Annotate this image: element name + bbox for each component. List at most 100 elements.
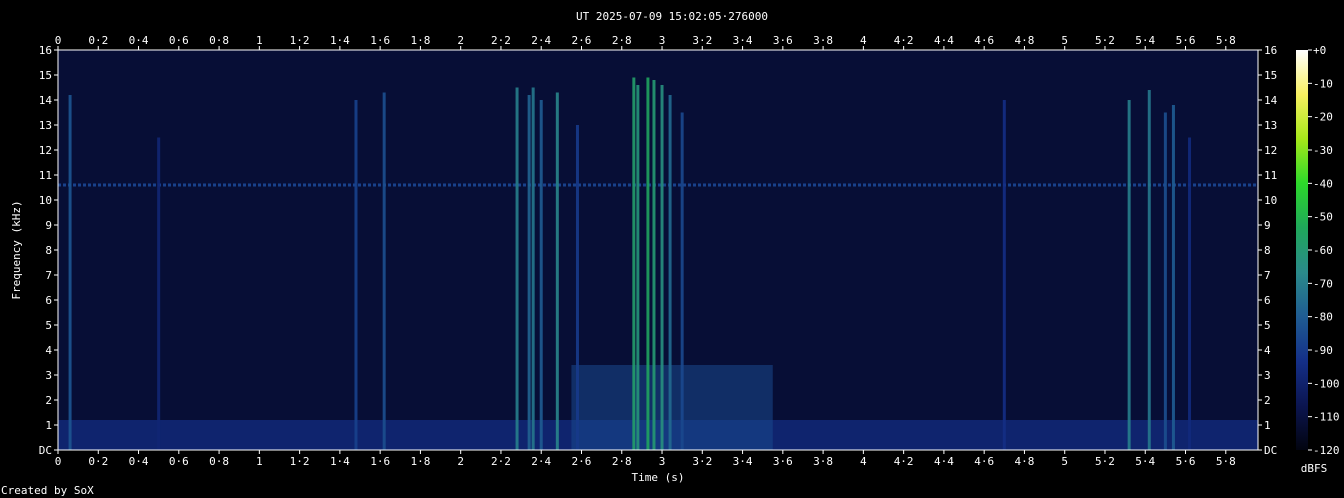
y-tick-label-right: 14 (1264, 94, 1278, 107)
y-tick-label-right: 10 (1264, 194, 1277, 207)
x-tick-label: 1·6 (370, 455, 390, 468)
x-tick-label: 4·2 (894, 455, 914, 468)
x-tick-label: 3·6 (773, 455, 793, 468)
x-tick-label: 0·2 (88, 455, 108, 468)
x-tick-label: 0·6 (169, 455, 189, 468)
x-tick-label: 2 (457, 455, 464, 468)
x-tick-label-top: 5·2 (1095, 34, 1115, 47)
y-tick-label-right: 3 (1264, 369, 1271, 382)
y-tick-label: 16 (39, 44, 52, 57)
y-tick-label: 15 (39, 69, 52, 82)
x-tick-label: 2·6 (572, 455, 592, 468)
colorbar-tick-label: -60 (1313, 244, 1333, 257)
x-tick-label-top: 1·6 (370, 34, 390, 47)
x-axis-label: Time (s) (632, 471, 685, 484)
x-tick-label-top: 1·4 (330, 34, 350, 47)
x-tick-label: 0·8 (209, 455, 229, 468)
x-tick-label-top: 4·6 (974, 34, 994, 47)
x-tick-label-top: 3·2 (692, 34, 712, 47)
x-tick-label-top: 5·6 (1176, 34, 1196, 47)
x-tick-label-top: 0·8 (209, 34, 229, 47)
x-tick-label-top: 4·2 (894, 34, 914, 47)
x-tick-label-top: 0·6 (169, 34, 189, 47)
x-tick-label: 5·8 (1216, 455, 1236, 468)
x-tick-label-top: 4·8 (1015, 34, 1035, 47)
colorbar-tick-label: -20 (1313, 111, 1333, 124)
y-tick-label: 3 (45, 369, 52, 382)
colorbar-ticks: +0 -10 -20 -30 -40 -50 -60 -70 -80 -90 -100 -110 -12… (1308, 44, 1340, 457)
spectrogram-figure: UT 2025-07-09 15:02:05·276000 0 0 0·2 0·2 0·… (10, 10, 1340, 484)
x-tick-label-top: 2 (457, 34, 464, 47)
x-tick-label-top: 2·2 (491, 34, 511, 47)
colorbar-tick-label: -70 (1313, 277, 1333, 290)
x-tick-label-top: 5·4 (1135, 34, 1155, 47)
x-tick-label: 1 (256, 455, 263, 468)
y-tick-label: 13 (39, 119, 52, 132)
x-tick-label-top: 0 (55, 34, 62, 47)
x-tick-label: 0 (55, 455, 62, 468)
y-tick-label: 11 (39, 169, 52, 182)
x-tick-label: 1·4 (330, 455, 350, 468)
colorbar (1296, 50, 1308, 450)
x-tick-label: 4·4 (934, 455, 954, 468)
x-tick-label: 5·2 (1095, 455, 1115, 468)
y-tick-label-right: 4 (1264, 344, 1271, 357)
colorbar-tick-label: -80 (1313, 311, 1333, 324)
y-tick-label: DC (39, 444, 52, 457)
x-tick-label-top: 4 (860, 34, 867, 47)
y-tick-label-right: 13 (1264, 119, 1277, 132)
colorbar-tick-label: -120 (1313, 444, 1340, 457)
y-tick-label-right: 12 (1264, 144, 1277, 157)
y-tick-label-right: 15 (1264, 69, 1277, 82)
x-tick-label-top: 2·4 (531, 34, 551, 47)
x-tick-label-top: 5 (1061, 34, 1068, 47)
colorbar-tick-label: -100 (1313, 377, 1340, 390)
y-tick-label: 4 (45, 344, 52, 357)
x-tick-label-top: 5·8 (1216, 34, 1236, 47)
x-tick-label-top: 1 (256, 34, 263, 47)
tonal-block (571, 365, 773, 450)
x-tick-label-top: 3·6 (773, 34, 793, 47)
y-tick-label-right: 2 (1264, 394, 1271, 407)
x-tick-label-top: 0·4 (129, 34, 149, 47)
colorbar-tick-label: -110 (1313, 411, 1340, 424)
colorbar-tick-label: -30 (1313, 144, 1333, 157)
colorbar-tick-label: -50 (1313, 211, 1333, 224)
y-axis-label: Frequency (kHz) (10, 200, 23, 299)
y-tick-label-right: 6 (1264, 294, 1271, 307)
x-tick-label: 3·8 (813, 455, 833, 468)
x-tick-label: 3 (659, 455, 666, 468)
y-tick-label-right: 11 (1264, 169, 1277, 182)
y-tick-label-right: 1 (1264, 419, 1271, 432)
x-tick-label: 4·8 (1015, 455, 1035, 468)
x-tick-label: 5 (1061, 455, 1068, 468)
x-tick-label: 1·2 (290, 455, 310, 468)
y-tick-label: 14 (39, 94, 53, 107)
y-tick-label: 12 (39, 144, 52, 157)
tonal-block-layer (571, 365, 773, 450)
y-tick-label: 10 (39, 194, 52, 207)
y-tick-label-right: 5 (1264, 319, 1271, 332)
x-tick-label-top: 2·6 (572, 34, 592, 47)
x-tick-label: 1·8 (410, 455, 430, 468)
x-tick-label: 4·6 (974, 455, 994, 468)
x-tick-label: 4 (860, 455, 867, 468)
plot-area (57, 49, 1259, 451)
colorbar-tick-label: -40 (1313, 177, 1333, 190)
x-tick-label-top: 3 (659, 34, 666, 47)
y-tick-label: 2 (45, 394, 52, 407)
y-tick-label-right: 9 (1264, 219, 1271, 232)
y-tick-label: 8 (45, 244, 52, 257)
x-tick-label: 2·8 (612, 455, 632, 468)
y-tick-label: 1 (45, 419, 52, 432)
x-tick-label: 2·2 (491, 455, 511, 468)
x-tick-label: 0·4 (129, 455, 149, 468)
x-tick-label: 2·4 (531, 455, 551, 468)
x-tick-label: 5·4 (1135, 455, 1155, 468)
colorbar-tick-label: +0 (1313, 44, 1326, 57)
x-tick-label-top: 1·8 (410, 34, 430, 47)
x-tick-label: 3·2 (692, 455, 712, 468)
colorbar-label: dBFS (1301, 462, 1328, 475)
x-tick-label-top: 0·2 (88, 34, 108, 47)
x-tick-label-top: 3·8 (813, 34, 833, 47)
